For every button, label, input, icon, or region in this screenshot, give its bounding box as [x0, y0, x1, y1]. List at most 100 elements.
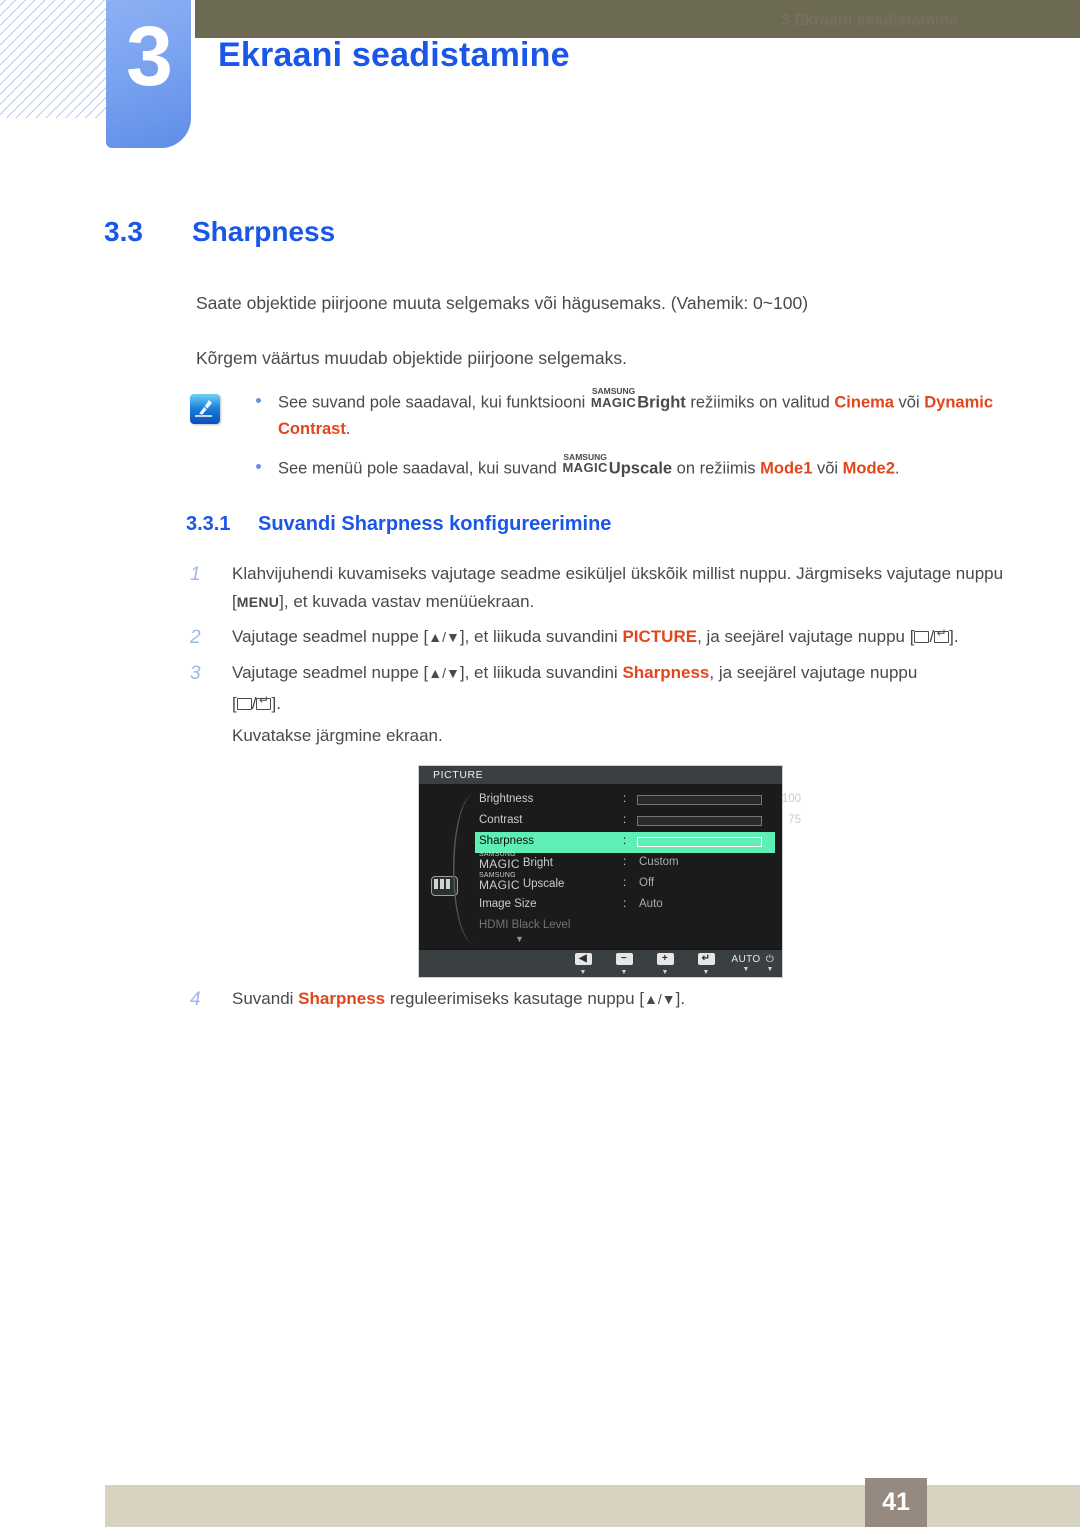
note-b1-conj: või	[893, 393, 925, 412]
step-2-part-3: , ja seejärel vajutage nuppu [	[697, 627, 915, 647]
step-3-highlight: Sharpness	[622, 662, 710, 682]
step-4-highlight: Sharpness	[298, 989, 386, 1008]
osd-colon: :	[623, 856, 627, 868]
step-3-part-2: ], et liikuda suvandini	[459, 662, 623, 682]
step-3-part-4: ].	[271, 694, 281, 714]
osd-down-caret: ▼	[742, 966, 750, 973]
step-3-part-3: , ja seejärel vajutage nuppu	[709, 662, 918, 682]
note-b1-option-1: Cinema	[834, 393, 894, 412]
intro-paragraph-2: Kõrgem väärtus muudab objektide piirjoon…	[196, 348, 627, 369]
note-b1-mid: režiimiks on valitud	[685, 393, 835, 412]
samsung-magic-logo: SAMSUNG MAGIC	[479, 851, 520, 870]
osd-label-brightness: Brightness	[479, 793, 534, 805]
step-3-number: 3	[190, 662, 201, 684]
steps-list: 1 Klahvijuhendi kuvamiseks vajutage sead…	[188, 560, 1016, 757]
osd-bar-contrast[interactable]	[637, 816, 762, 826]
osd-rows: Brightness : 100 Contrast : 75 Sharpness…	[475, 790, 801, 937]
footer-chapter-label: 3 Ekraani seadistamine	[781, 12, 958, 29]
step-4-part-1: Suvandi	[232, 989, 299, 1008]
osd-row-brightness[interactable]: Brightness : 100	[475, 790, 801, 811]
step-4-part-2: reguleerimiseks kasutage nuppu [	[385, 989, 645, 1008]
up-down-arrows-icon: ▲/▼	[428, 629, 460, 646]
osd-label-sharpness: Sharpness	[479, 835, 534, 847]
osd-down-caret: ▼	[620, 969, 628, 976]
step-4-part-3: ].	[675, 989, 686, 1008]
enter-key-icon	[256, 694, 272, 711]
osd-down-caret: ▼	[766, 966, 774, 973]
osd-row-image-size[interactable]: Image Size : Auto	[475, 895, 775, 916]
osd-label-hdmi-black-level: HDMI Black Level	[479, 919, 571, 931]
section-number: 3.3	[104, 216, 143, 247]
samsung-magic-logo: SAMSUNG MAGIC	[591, 387, 636, 409]
osd-colon: :	[623, 898, 627, 910]
note-bullet-list: See suvand pole saadaval, kui funktsioon…	[190, 387, 1020, 482]
plus-icon: +	[656, 953, 674, 965]
osd-auto-button[interactable]: AUTO ▼	[726, 953, 766, 974]
osd-enter-button[interactable]: ↵ ▼	[692, 953, 720, 977]
section-heading: 3.3 Sharpness	[104, 216, 335, 248]
step-1-part-2: ], et kuvada vastav menüüekraan.	[279, 591, 535, 611]
note-pen-icon	[190, 394, 220, 424]
osd-plus-button[interactable]: + ▼	[651, 953, 679, 977]
samsung-magic-logo: SAMSUNG MAGIC	[562, 453, 607, 475]
osd-bar-brightness[interactable]	[637, 795, 762, 805]
up-down-arrows-icon: ▲/▼	[428, 664, 460, 681]
step-2-number: 2	[190, 627, 201, 649]
osd-down-caret: ▼	[661, 969, 669, 976]
osd-value-magic-bright: Custom	[639, 856, 679, 868]
intro-text: Saate objektide piirjoone muuta selgemak…	[196, 290, 1016, 400]
step-3-second-line: [/].	[232, 690, 1016, 718]
up-down-arrows-icon: ▲/▼	[644, 991, 676, 1007]
subsection-number: 3.3.1	[186, 513, 231, 535]
osd-colon: :	[623, 835, 627, 847]
osd-value-image-size: Auto	[639, 898, 663, 910]
osd-colon: :	[623, 814, 627, 826]
osd-down-caret: ▼	[579, 969, 587, 976]
osd-title: PICTURE	[419, 766, 782, 784]
minus-icon: −	[615, 953, 633, 965]
osd-value-magic-upscale: Off	[639, 877, 655, 889]
note-b2-post: .	[894, 459, 900, 478]
step-2-part-2: ], et liikuda suvandini	[459, 627, 623, 647]
footer-page-number: 41	[865, 1478, 927, 1527]
osd-down-caret: ▼	[702, 969, 710, 976]
intro-paragraph-1: Saate objektide piirjoone muuta selgemak…	[196, 293, 809, 313]
note-b1-pre: See suvand pole saadaval, kui funktsioon…	[278, 393, 590, 412]
note-b2-magic-word: Upscale	[608, 459, 673, 478]
osd-colon: :	[623, 877, 627, 889]
note-bullet-1: See suvand pole saadaval, kui funktsioon…	[256, 387, 1020, 443]
osd-row-magic-upscale[interactable]: SAMSUNG MAGIC Upscale : Off	[475, 872, 775, 895]
source-rect-icon	[236, 698, 252, 711]
note-b1-magic-word: Bright	[637, 393, 686, 412]
osd-row-magic-bright[interactable]: SAMSUNG MAGIC Bright : Custom	[475, 851, 775, 874]
step-2-part-4: ].	[949, 627, 959, 647]
note-b2-option-1: Mode1	[760, 459, 813, 478]
samsung-magic-logo: SAMSUNG MAGIC	[479, 872, 520, 891]
osd-bar-sharpness[interactable]	[637, 837, 762, 847]
menu-key-label: MENU	[236, 593, 280, 610]
step-2: 2 Vajutage seadmel nuppe [▲/▼], et liiku…	[188, 623, 1016, 651]
osd-colon: :	[623, 793, 627, 805]
osd-row-sharpness[interactable]: Sharpness : 60	[475, 832, 801, 853]
osd-power-button[interactable]: ⏻ ▼	[761, 953, 779, 974]
chapter-tab: 3	[106, 0, 191, 148]
osd-value-contrast: 75	[788, 814, 801, 826]
step-3-result-text: Kuvatakse järgmine ekraan.	[232, 725, 443, 745]
magic-bottom-text: MAGIC	[479, 857, 520, 871]
osd-label-contrast: Contrast	[479, 814, 523, 826]
source-rect-icon	[914, 631, 930, 644]
steps-list-continued: 4 Suvandi Sharpness reguleerimiseks kasu…	[188, 985, 1016, 1021]
magic-bottom-text: MAGIC	[562, 460, 608, 476]
osd-label-magic-bright: SAMSUNG MAGIC Bright	[479, 851, 553, 870]
enter-icon: ↵	[697, 953, 715, 965]
osd-row-contrast[interactable]: Contrast : 75	[475, 811, 801, 832]
magic-bottom-text: MAGIC	[590, 394, 637, 410]
osd-scroll-down-icon[interactable]: ▼	[515, 934, 524, 944]
osd-screenshot: PICTURE Brightness : 100 Contrast : 75 S…	[418, 765, 801, 978]
note-b2-pre: See menüü pole saadaval, kui suvand	[278, 459, 562, 478]
step-2-highlight: PICTURE	[622, 627, 698, 647]
back-arrow-icon: ◀	[574, 953, 592, 965]
osd-minus-button[interactable]: − ▼	[610, 953, 638, 977]
osd-back-button[interactable]: ◀ ▼	[569, 953, 597, 977]
osd-auto-label: AUTO	[731, 954, 761, 965]
